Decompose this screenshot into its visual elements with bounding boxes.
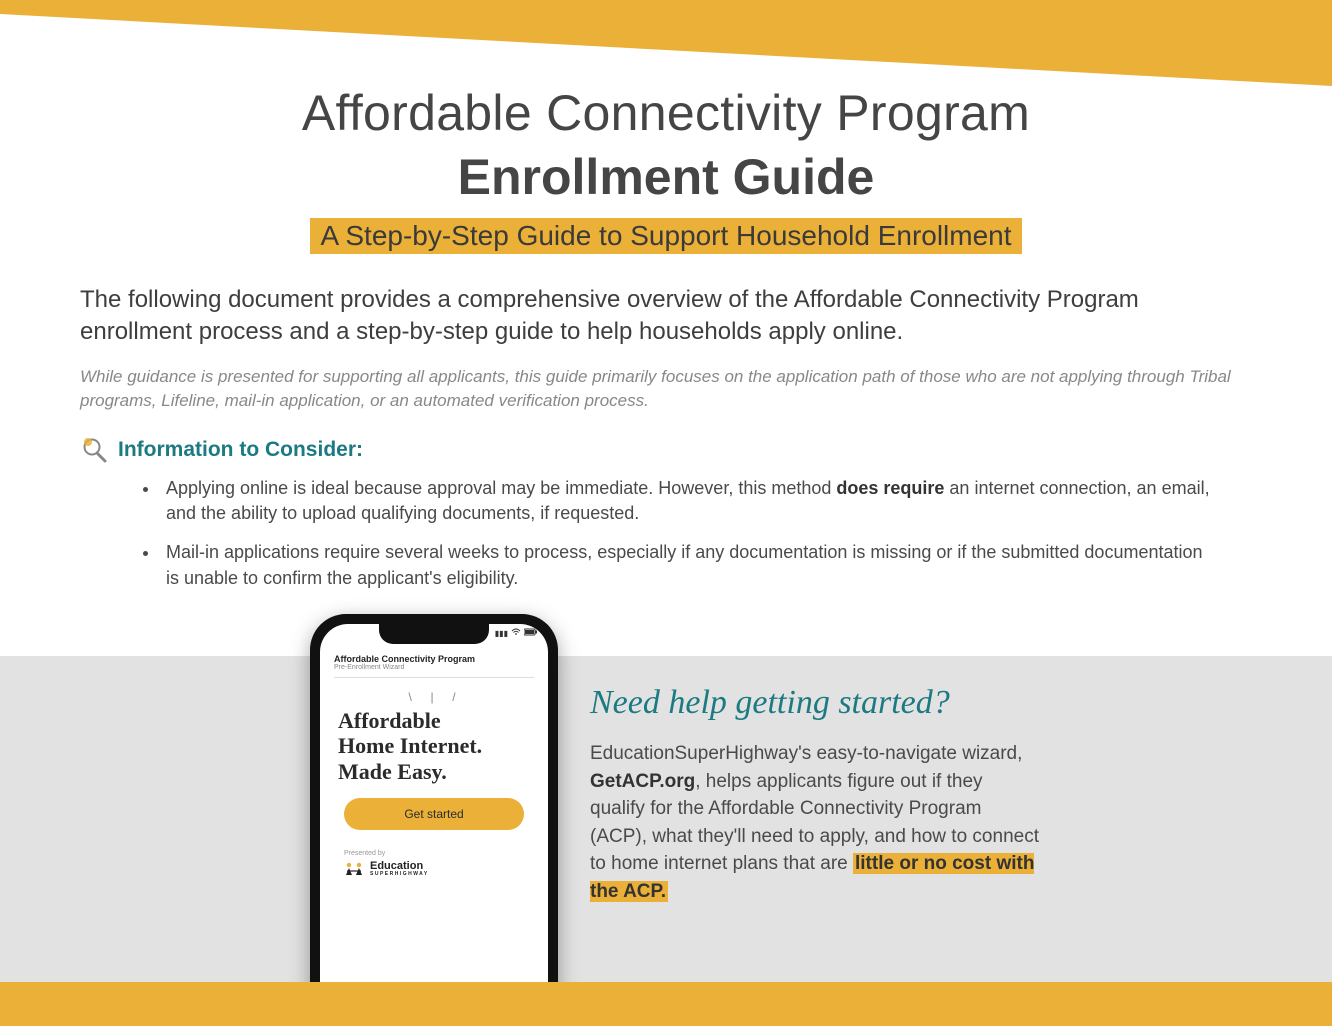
document-content: Affordable Connectivity Program Enrollme… xyxy=(0,0,1332,591)
info-consider-heading-row: Information to Consider: xyxy=(80,436,1252,464)
phone-divider xyxy=(334,677,534,678)
list-item-text: Applying online is ideal because approva… xyxy=(166,478,836,498)
signal-icon: ▮▮▮ xyxy=(495,629,508,638)
phone-headline-l1: Affordable xyxy=(338,708,441,733)
page-title-line1: Affordable Connectivity Program xyxy=(80,84,1252,142)
help-callout: Need help getting started? EducationSupe… xyxy=(590,684,1040,905)
info-consider-list: Applying online is ideal because approva… xyxy=(160,476,1252,591)
get-started-button[interactable]: Get started xyxy=(344,798,524,830)
scope-note: While guidance is presented for supporti… xyxy=(80,365,1252,414)
phone-mockup: ▮▮▮ Affordable Connectivity Program Pre-… xyxy=(310,614,558,1026)
bottom-bar-decor xyxy=(0,982,1332,1026)
phone-statusbar: ▮▮▮ xyxy=(320,628,548,642)
intro-paragraph: The following document provides a compre… xyxy=(80,284,1252,349)
help-body: EducationSuperHighway's easy-to-navigate… xyxy=(590,740,1040,905)
list-item-text: Mail-in applications require several wee… xyxy=(166,542,1203,587)
list-item-bold: does require xyxy=(836,478,944,498)
magnifier-icon xyxy=(80,436,108,464)
phone-app-title: Affordable Connectivity Program xyxy=(334,654,534,664)
phone-headline-l3: Made Easy. xyxy=(338,759,447,784)
org-logo: Education SUPERHIGHWAY xyxy=(344,861,534,877)
help-site-name: GetACP.org xyxy=(590,771,695,792)
battery-icon xyxy=(524,628,538,638)
sparkle-icon: \ | / xyxy=(334,690,534,704)
phone-screen: ▮▮▮ Affordable Connectivity Program Pre-… xyxy=(320,624,548,1016)
people-icon xyxy=(344,862,364,876)
info-consider-heading: Information to Consider: xyxy=(118,438,363,462)
phone-headline: Affordable Home Internet. Made Easy. xyxy=(338,708,530,784)
presented-by-label: Presented by xyxy=(344,850,534,857)
phone-app-content: Affordable Connectivity Program Pre-Enro… xyxy=(320,624,548,877)
list-item: Applying online is ideal because approva… xyxy=(160,476,1212,526)
help-text: EducationSuperHighway's easy-to-navigate… xyxy=(590,743,1022,764)
page-title-line2: Enrollment Guide xyxy=(80,148,1252,206)
page-subtitle: A Step-by-Step Guide to Support Househol… xyxy=(310,218,1021,254)
wifi-icon xyxy=(511,628,521,638)
phone-app-subtitle: Pre-Enrollment Wizard xyxy=(334,664,534,671)
list-item: Mail-in applications require several wee… xyxy=(160,540,1212,590)
help-heading: Need help getting started? xyxy=(590,684,1040,722)
org-subname: SUPERHIGHWAY xyxy=(370,872,429,877)
phone-headline-l2: Home Internet. xyxy=(338,733,482,758)
